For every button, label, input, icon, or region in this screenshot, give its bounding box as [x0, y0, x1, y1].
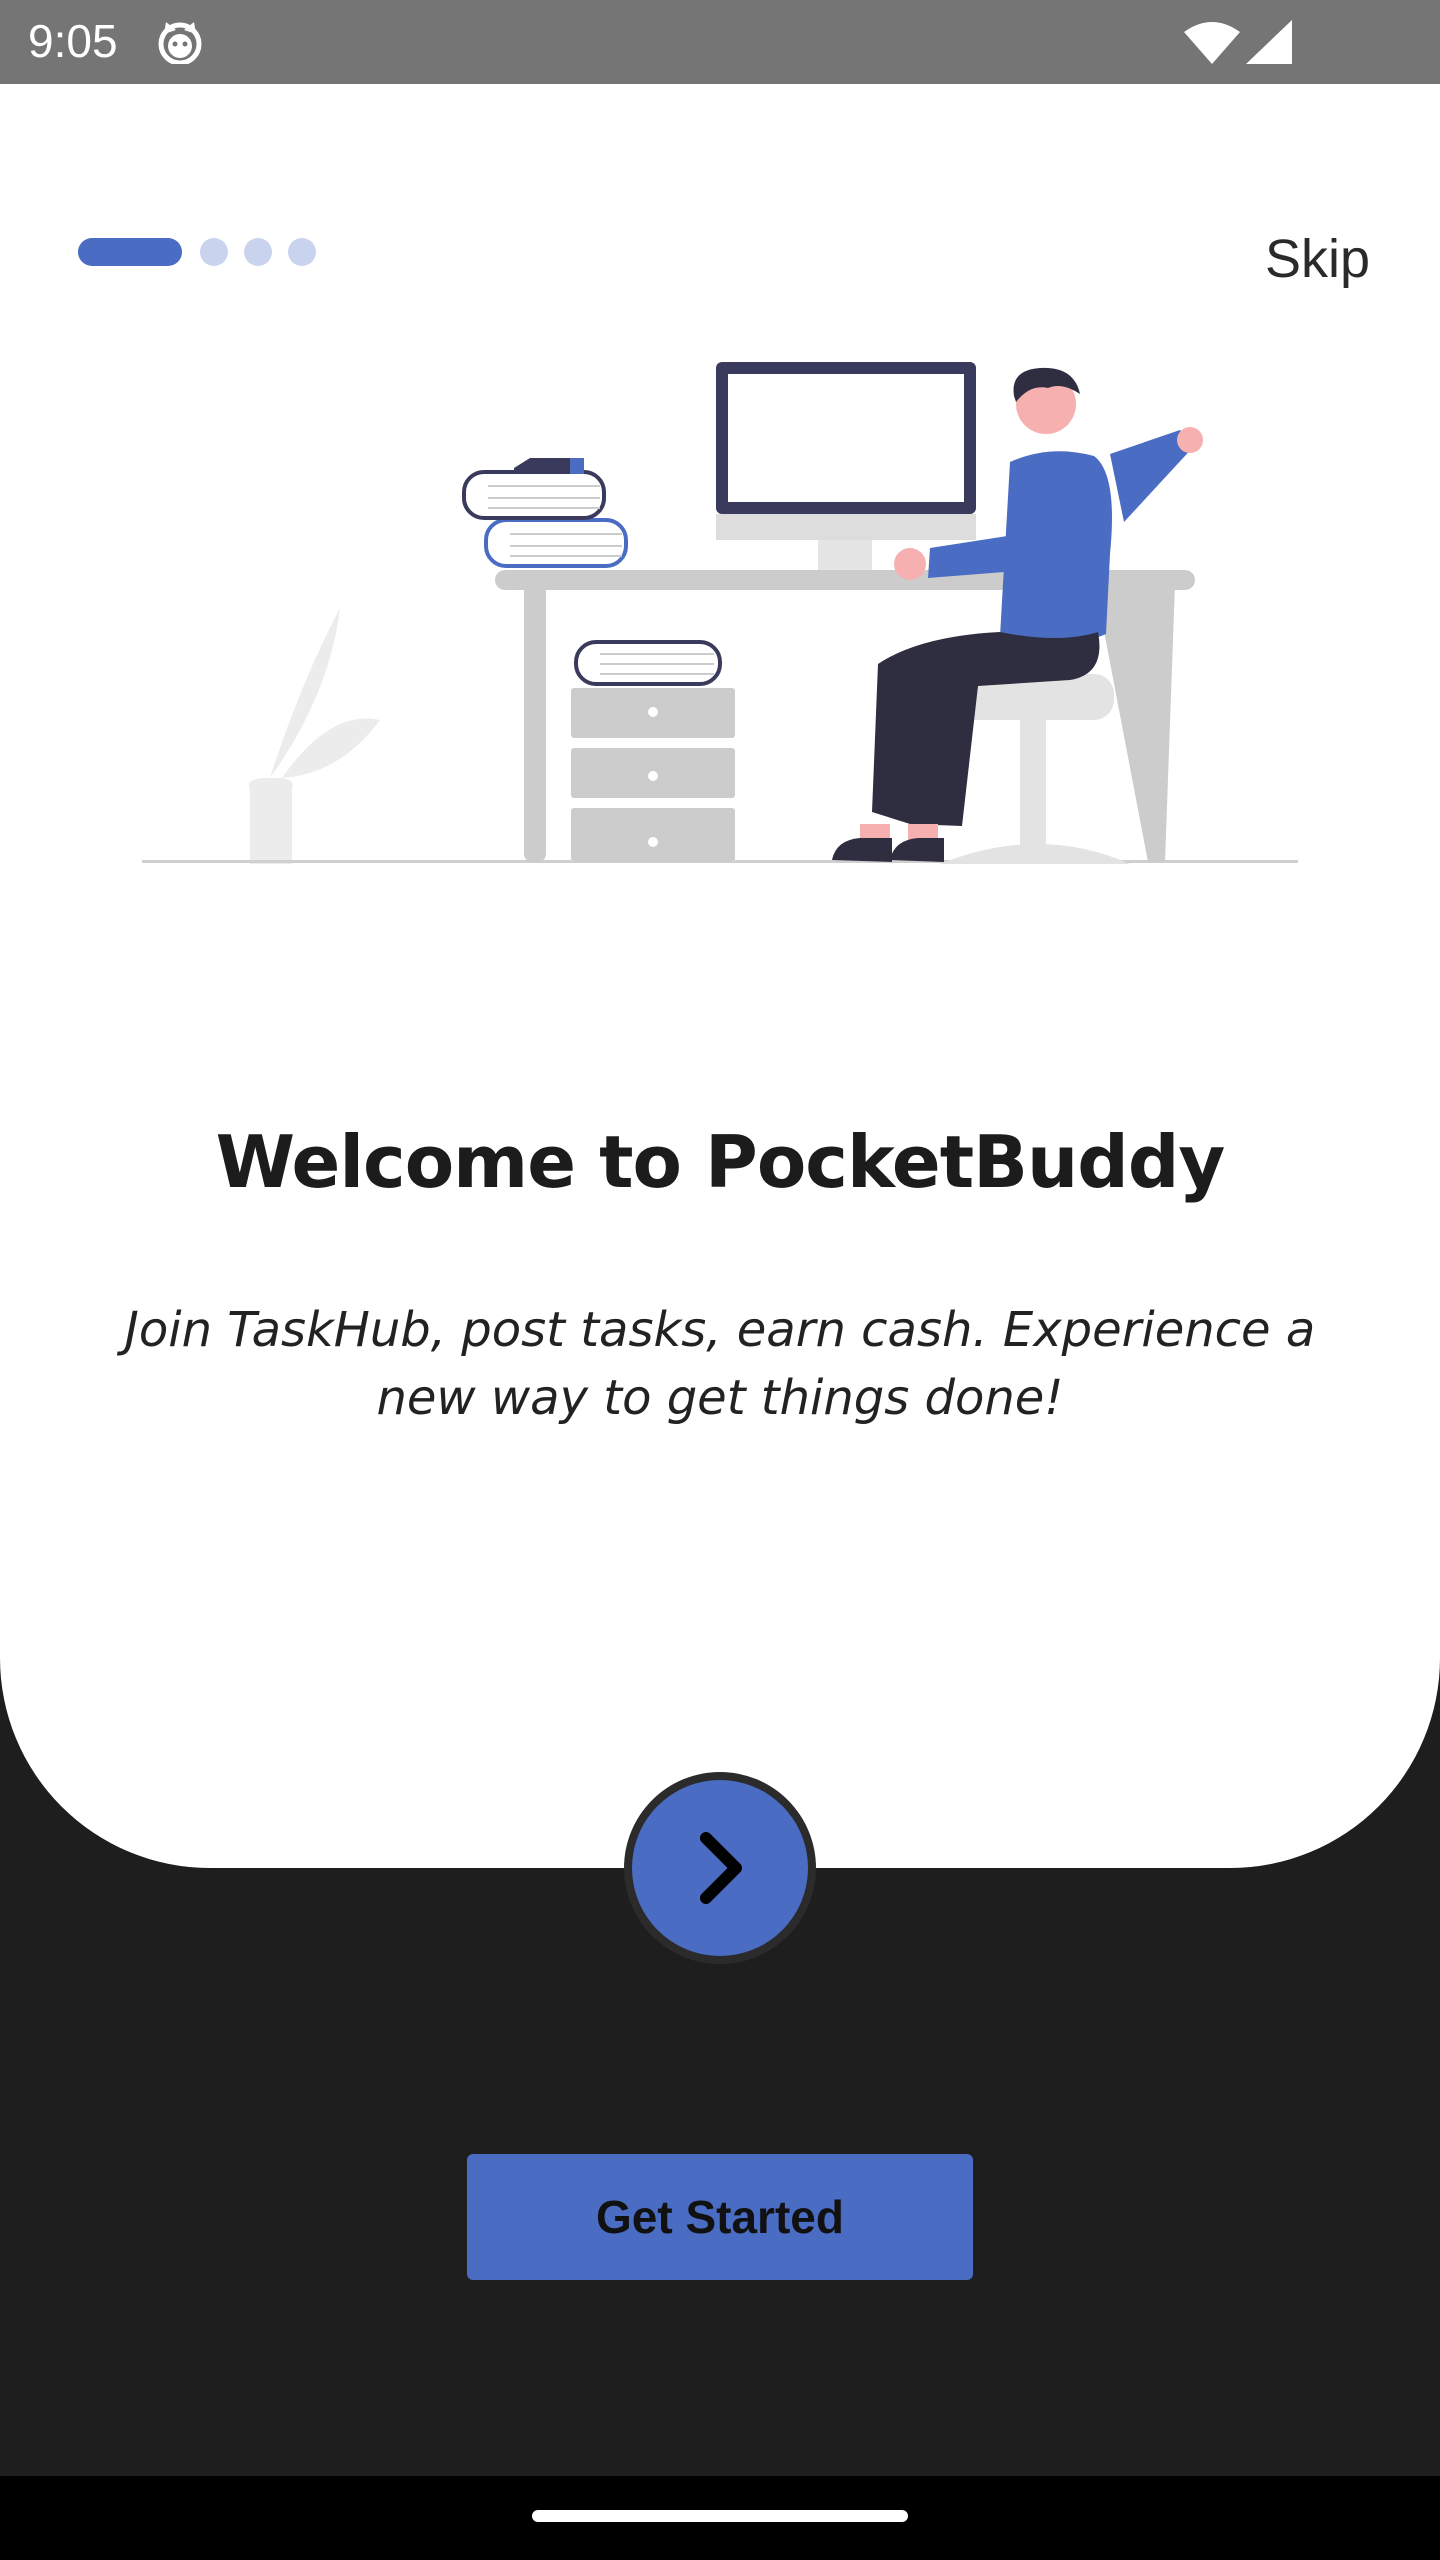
page-dot — [200, 238, 228, 266]
system-nav-bar — [0, 2476, 1440, 2560]
welcome-description: Join TaskHub, post tasks, earn cash. Exp… — [124, 1302, 1316, 1426]
get-started-button[interactable]: Get Started — [467, 2154, 973, 2280]
signal-icon — [1246, 20, 1292, 68]
status-bar: 9:05 — [0, 0, 1440, 84]
home-indicator[interactable] — [532, 2510, 908, 2522]
next-button-face — [632, 1780, 808, 1956]
wifi-icon — [1184, 22, 1240, 68]
onboarding-card: Skip Welcome to PocketBuddy Join TaskHub… — [0, 84, 1440, 1868]
page-dot-active — [78, 238, 182, 266]
chevron-right-icon — [700, 1832, 742, 1904]
status-time: 9:05 — [28, 15, 118, 67]
welcome-title: Welcome to PocketBuddy — [215, 1120, 1226, 1204]
page-dot — [244, 238, 272, 266]
cat-icon — [156, 20, 204, 68]
skip-button[interactable]: Skip — [1265, 228, 1370, 290]
next-button[interactable] — [624, 1772, 816, 1964]
page-dot — [288, 238, 316, 266]
onboarding-illustration — [142, 362, 1298, 864]
